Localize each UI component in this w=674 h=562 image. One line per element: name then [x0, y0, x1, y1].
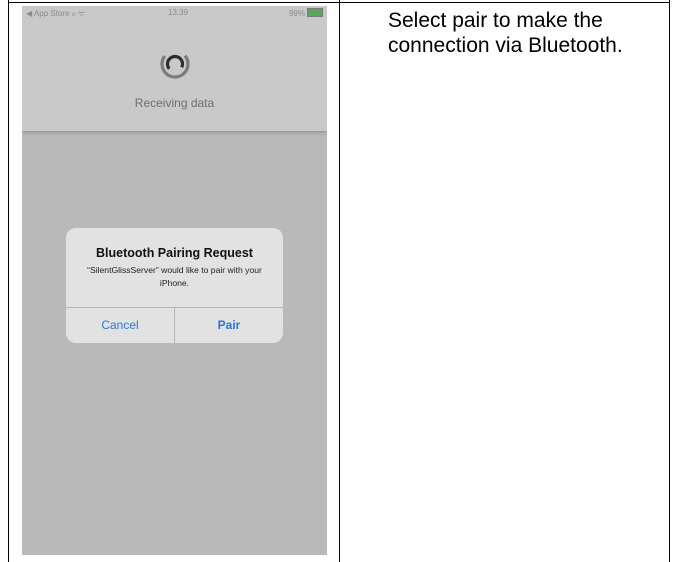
dialog-title: Bluetooth Pairing Request [96, 246, 253, 260]
table-border-right [669, 0, 670, 562]
table-border-top [8, 2, 670, 3]
back-to-app-store-link[interactable]: ◀ App Store [26, 9, 70, 18]
battery-icon [307, 8, 323, 17]
phone-screenshot: ◀ App Store ᵢₗₗ ᯤ 13:39 99% Receiving da… [22, 6, 327, 555]
receiving-data-label: Receiving data [134, 96, 215, 110]
status-bar: ◀ App Store ᵢₗₗ ᯤ 13:39 99% [22, 6, 327, 20]
status-back-app[interactable]: ◀ App Store ᵢₗₗ ᯤ [26, 8, 85, 19]
signal-wifi-icon: ᵢₗₗ ᯤ [71, 9, 86, 18]
cancel-button[interactable]: Cancel [66, 308, 174, 343]
table-border-middle [339, 0, 340, 562]
app-header: ◀ App Store ᵢₗₗ ᯤ 13:39 99% Receiving da… [22, 6, 327, 131]
loading-spinner-icon [160, 49, 190, 79]
dialog-message: “SilentGlissServer” would like to pair w… [87, 265, 262, 288]
instruction-text: Select pair to make the connection via B… [388, 9, 623, 57]
bluetooth-pairing-dialog: Bluetooth Pairing Request “SilentGlissSe… [66, 228, 283, 343]
status-time: 13:39 [168, 8, 189, 17]
table-border-left [8, 0, 9, 562]
pair-button[interactable]: Pair [175, 308, 283, 343]
battery-percent: 99% [288, 9, 305, 18]
status-battery: 99% [289, 8, 323, 18]
